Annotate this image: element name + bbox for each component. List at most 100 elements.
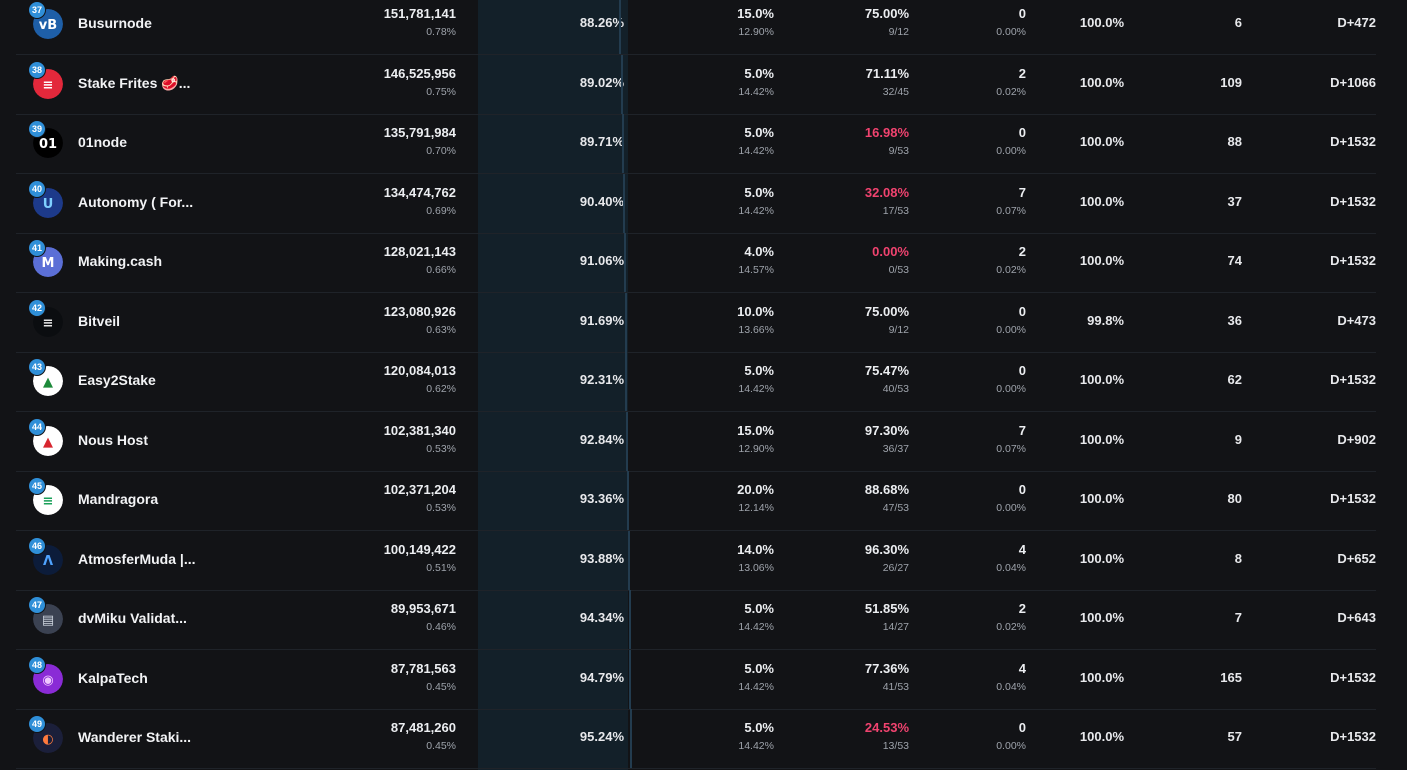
validator-name-link[interactable]: Stake Frites 🥩... — [78, 75, 268, 92]
validator-name-link[interactable]: dvMiku Validat... — [78, 610, 268, 626]
skipped-blocks-percent: 0.07% — [996, 204, 1026, 217]
vote-participation-value: 51.85% — [864, 601, 909, 616]
validator-name-link[interactable]: Autonomy ( For... — [78, 194, 268, 210]
vote-participation-count: 0/53 — [888, 264, 909, 276]
active-stake-percent: 0.66% — [426, 264, 456, 276]
vote-participation-value: 96.30% — [864, 541, 909, 557]
validator-row[interactable]: ▲ 44 Nous Host 102,381,340 0.53% 92.84% … — [16, 411, 1376, 472]
vote-participation-count: 36/37 — [882, 442, 909, 455]
validator-row[interactable]: ≡ 45 Mandragora 102,371,204 0.53% 93.36%… — [16, 471, 1376, 531]
validator-name-link[interactable]: AtmosferMuda |... — [78, 551, 268, 567]
validator-name-link[interactable]: KalpaTech — [78, 670, 268, 686]
commission-apy: 12.90% — [738, 26, 774, 38]
delegators-count: 62 — [1227, 372, 1242, 387]
commission-value: 10.0% — [737, 303, 774, 319]
commission-apy: 14.42% — [738, 621, 774, 633]
delegators-count: 36 — [1227, 312, 1242, 328]
skipped-blocks-value: 4 — [1018, 660, 1026, 676]
skipped-blocks-percent: 0.00% — [996, 502, 1026, 514]
skipped-blocks-value: 0 — [1018, 303, 1026, 319]
cumulative-stake-value: 94.79% — [579, 669, 624, 685]
validator-row[interactable]: ▲ 43 Easy2Stake 120,084,013 0.62% 92.31%… — [16, 352, 1376, 412]
active-stake-percent: 0.45% — [426, 680, 456, 693]
cumulative-stake-value: 93.88% — [579, 550, 624, 566]
commission-apy: 14.42% — [738, 740, 774, 752]
commission-apy: 14.42% — [738, 145, 774, 157]
validator-name-link[interactable]: Mandragora — [78, 491, 268, 507]
active-stake-value: 120,084,013 — [383, 363, 456, 378]
skipped-blocks-value: 2 — [1018, 65, 1026, 81]
svg-text:Λ: Λ — [43, 554, 53, 569]
active-stake-percent: 0.45% — [426, 740, 456, 752]
version-value: D+1532 — [1330, 253, 1376, 268]
skipped-blocks-cell: 7 0.07% — [916, 185, 1026, 219]
commission-cell: 10.0% 13.66% — [624, 304, 774, 338]
cumulative-stake-value: 94.34% — [579, 610, 624, 625]
uptime-value: 100.0% — [1079, 669, 1124, 685]
skipped-blocks-percent: 0.04% — [996, 680, 1026, 693]
vote-participation-cell: 0.00% 0/53 — [766, 244, 909, 278]
commission-value: 5.0% — [744, 720, 774, 735]
skipped-blocks-percent: 0.02% — [996, 621, 1026, 633]
vote-participation-value: 75.00% — [864, 303, 909, 319]
active-stake-percent: 0.69% — [426, 204, 456, 217]
delegators-count: 74 — [1227, 253, 1242, 268]
commission-apy: 14.42% — [738, 85, 774, 98]
uptime-value: 100.0% — [1079, 729, 1124, 744]
commission-apy: 14.42% — [738, 204, 774, 217]
validator-name-link[interactable]: Busurnode — [78, 15, 268, 31]
commission-value: 20.0% — [737, 482, 774, 497]
skipped-blocks-percent: 0.02% — [996, 264, 1026, 276]
uptime-value: 100.0% — [1079, 193, 1124, 209]
active-stake-value: 134,474,762 — [383, 184, 456, 200]
skipped-blocks-cell: 0 0.00% — [916, 482, 1026, 516]
active-stake-cell: 151,781,141 0.78% — [266, 6, 456, 40]
skipped-blocks-percent: 0.00% — [996, 383, 1026, 395]
commission-value: 5.0% — [744, 184, 774, 200]
commission-cell: 5.0% 14.42% — [624, 125, 774, 159]
validator-row[interactable]: U 40 Autonomy ( For... 134,474,762 0.69%… — [16, 173, 1376, 234]
vote-participation-value: 77.36% — [864, 660, 909, 676]
skipped-blocks-cell: 0 0.00% — [916, 125, 1026, 159]
active-stake-percent: 0.46% — [426, 621, 456, 633]
vote-participation-count: 32/45 — [882, 85, 909, 98]
validator-row[interactable]: ≡ 42 Bitveil 123,080,926 0.63% 91.69% 10… — [16, 292, 1376, 353]
active-stake-value: 128,021,143 — [383, 244, 456, 259]
active-stake-value: 102,371,204 — [383, 482, 456, 497]
validator-row[interactable]: ◐ 49 Wanderer Staki... 87,481,260 0.45% … — [16, 709, 1376, 769]
commission-cell: 5.0% 14.42% — [624, 66, 774, 100]
version-value: D+1532 — [1330, 729, 1376, 744]
rank-badge: 47 — [29, 597, 45, 613]
validator-name-link[interactable]: Nous Host — [78, 432, 268, 448]
validator-name-link[interactable]: 01node — [78, 134, 268, 150]
cumulative-stake-value: 89.71% — [579, 134, 624, 149]
commission-value: 15.0% — [737, 422, 774, 438]
uptime-value: 100.0% — [1079, 610, 1124, 625]
validator-name-link[interactable]: Easy2Stake — [78, 372, 268, 388]
validators-table: vB 37 Busurnode 151,781,141 0.78% 88.26%… — [0, 0, 1407, 770]
rank-badge: 43 — [29, 359, 45, 375]
commission-apy: 13.06% — [738, 561, 774, 574]
vote-participation-value: 97.30% — [864, 422, 909, 438]
validator-name-link[interactable]: Making.cash — [78, 253, 268, 269]
svg-text:≡: ≡ — [43, 316, 54, 331]
active-stake-value: 146,525,956 — [383, 65, 456, 81]
validator-row[interactable]: ◉ 48 KalpaTech 87,781,563 0.45% 94.79% 5… — [16, 649, 1376, 710]
uptime-value: 100.0% — [1079, 134, 1124, 149]
validator-name-link[interactable]: Bitveil — [78, 313, 268, 329]
rank-badge: 49 — [29, 716, 45, 732]
active-stake-cell: 89,953,671 0.46% — [266, 601, 456, 635]
vote-participation-count: 13/53 — [882, 740, 909, 752]
validator-name-link[interactable]: Wanderer Staki... — [78, 729, 268, 745]
uptime-value: 100.0% — [1079, 253, 1124, 268]
skipped-blocks-value: 0 — [1018, 6, 1026, 21]
skipped-blocks-percent: 0.00% — [996, 26, 1026, 38]
validator-row[interactable]: ≡ 38 Stake Frites 🥩... 146,525,956 0.75%… — [16, 54, 1376, 115]
validator-row[interactable]: 01 39 01node 135,791,984 0.70% 89.71% 5.… — [16, 114, 1376, 174]
vote-participation-value: 32.08% — [864, 184, 909, 200]
rank-badge: 37 — [29, 2, 45, 18]
validator-row[interactable]: vB 37 Busurnode 151,781,141 0.78% 88.26%… — [16, 0, 1376, 55]
validator-row[interactable]: ▤ 47 dvMiku Validat... 89,953,671 0.46% … — [16, 590, 1376, 650]
validator-row[interactable]: Λ 46 AtmosferMuda |... 100,149,422 0.51%… — [16, 530, 1376, 591]
validator-row[interactable]: M 41 Making.cash 128,021,143 0.66% 91.06… — [16, 233, 1376, 293]
